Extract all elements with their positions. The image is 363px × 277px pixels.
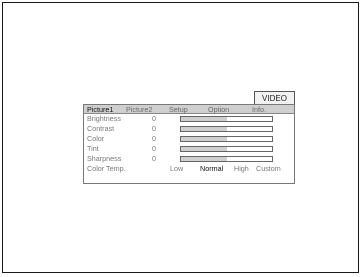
tab-option[interactable]: Option xyxy=(208,105,229,114)
setting-value: 0 xyxy=(152,154,156,163)
slider-fill xyxy=(181,127,227,131)
setting-row-color[interactable]: Color 0 xyxy=(84,134,294,144)
setting-label: Contrast xyxy=(87,124,115,133)
slider-fill xyxy=(181,157,227,161)
slider-fill xyxy=(181,117,227,121)
video-mode-tab: VIDEO xyxy=(254,91,295,104)
brightness-slider[interactable] xyxy=(180,116,273,122)
setting-value: 0 xyxy=(152,124,156,133)
setting-label: Sharpness xyxy=(87,154,122,163)
setting-value: 0 xyxy=(152,134,156,143)
slider-fill xyxy=(181,137,227,141)
tint-slider[interactable] xyxy=(180,146,273,152)
menu-tab-bar: Picture1 Picture2 Setup Option Info. xyxy=(84,105,294,114)
sharpness-slider[interactable] xyxy=(180,156,273,162)
setting-value: 0 xyxy=(152,144,156,153)
tab-picture1[interactable]: Picture1 xyxy=(87,105,113,114)
menu-panel: Picture1 Picture2 Setup Option Info. Bri… xyxy=(83,104,295,184)
color-slider[interactable] xyxy=(180,136,273,142)
color-temp-option-low[interactable]: Low xyxy=(170,164,183,174)
tab-info[interactable]: Info. xyxy=(252,105,266,114)
tab-picture2[interactable]: Picture2 xyxy=(126,105,152,114)
contrast-slider[interactable] xyxy=(180,126,273,132)
slider-fill xyxy=(181,147,227,151)
setting-row-brightness[interactable]: Brightness 0 xyxy=(84,114,294,124)
tab-setup[interactable]: Setup xyxy=(169,105,188,114)
color-temp-option-custom[interactable]: Custom xyxy=(256,164,281,174)
color-temp-option-normal[interactable]: Normal xyxy=(200,164,223,174)
setting-label: Color xyxy=(87,134,105,143)
setting-value: 0 xyxy=(152,114,156,123)
osd-menu: VIDEO Picture1 Picture2 Setup Option Inf… xyxy=(83,91,295,184)
setting-row-tint[interactable]: Tint 0 xyxy=(84,144,294,154)
setting-label: Tint xyxy=(87,144,99,153)
color-temp-option-high[interactable]: High xyxy=(234,164,249,174)
setting-label: Brightness xyxy=(87,114,121,123)
setting-row-sharpness[interactable]: Sharpness 0 xyxy=(84,154,294,164)
setting-label: Color Temp. xyxy=(87,164,126,173)
setting-row-contrast[interactable]: Contrast 0 xyxy=(84,124,294,134)
setting-row-color-temp[interactable]: Color Temp. Low Normal High Custom xyxy=(84,164,294,174)
